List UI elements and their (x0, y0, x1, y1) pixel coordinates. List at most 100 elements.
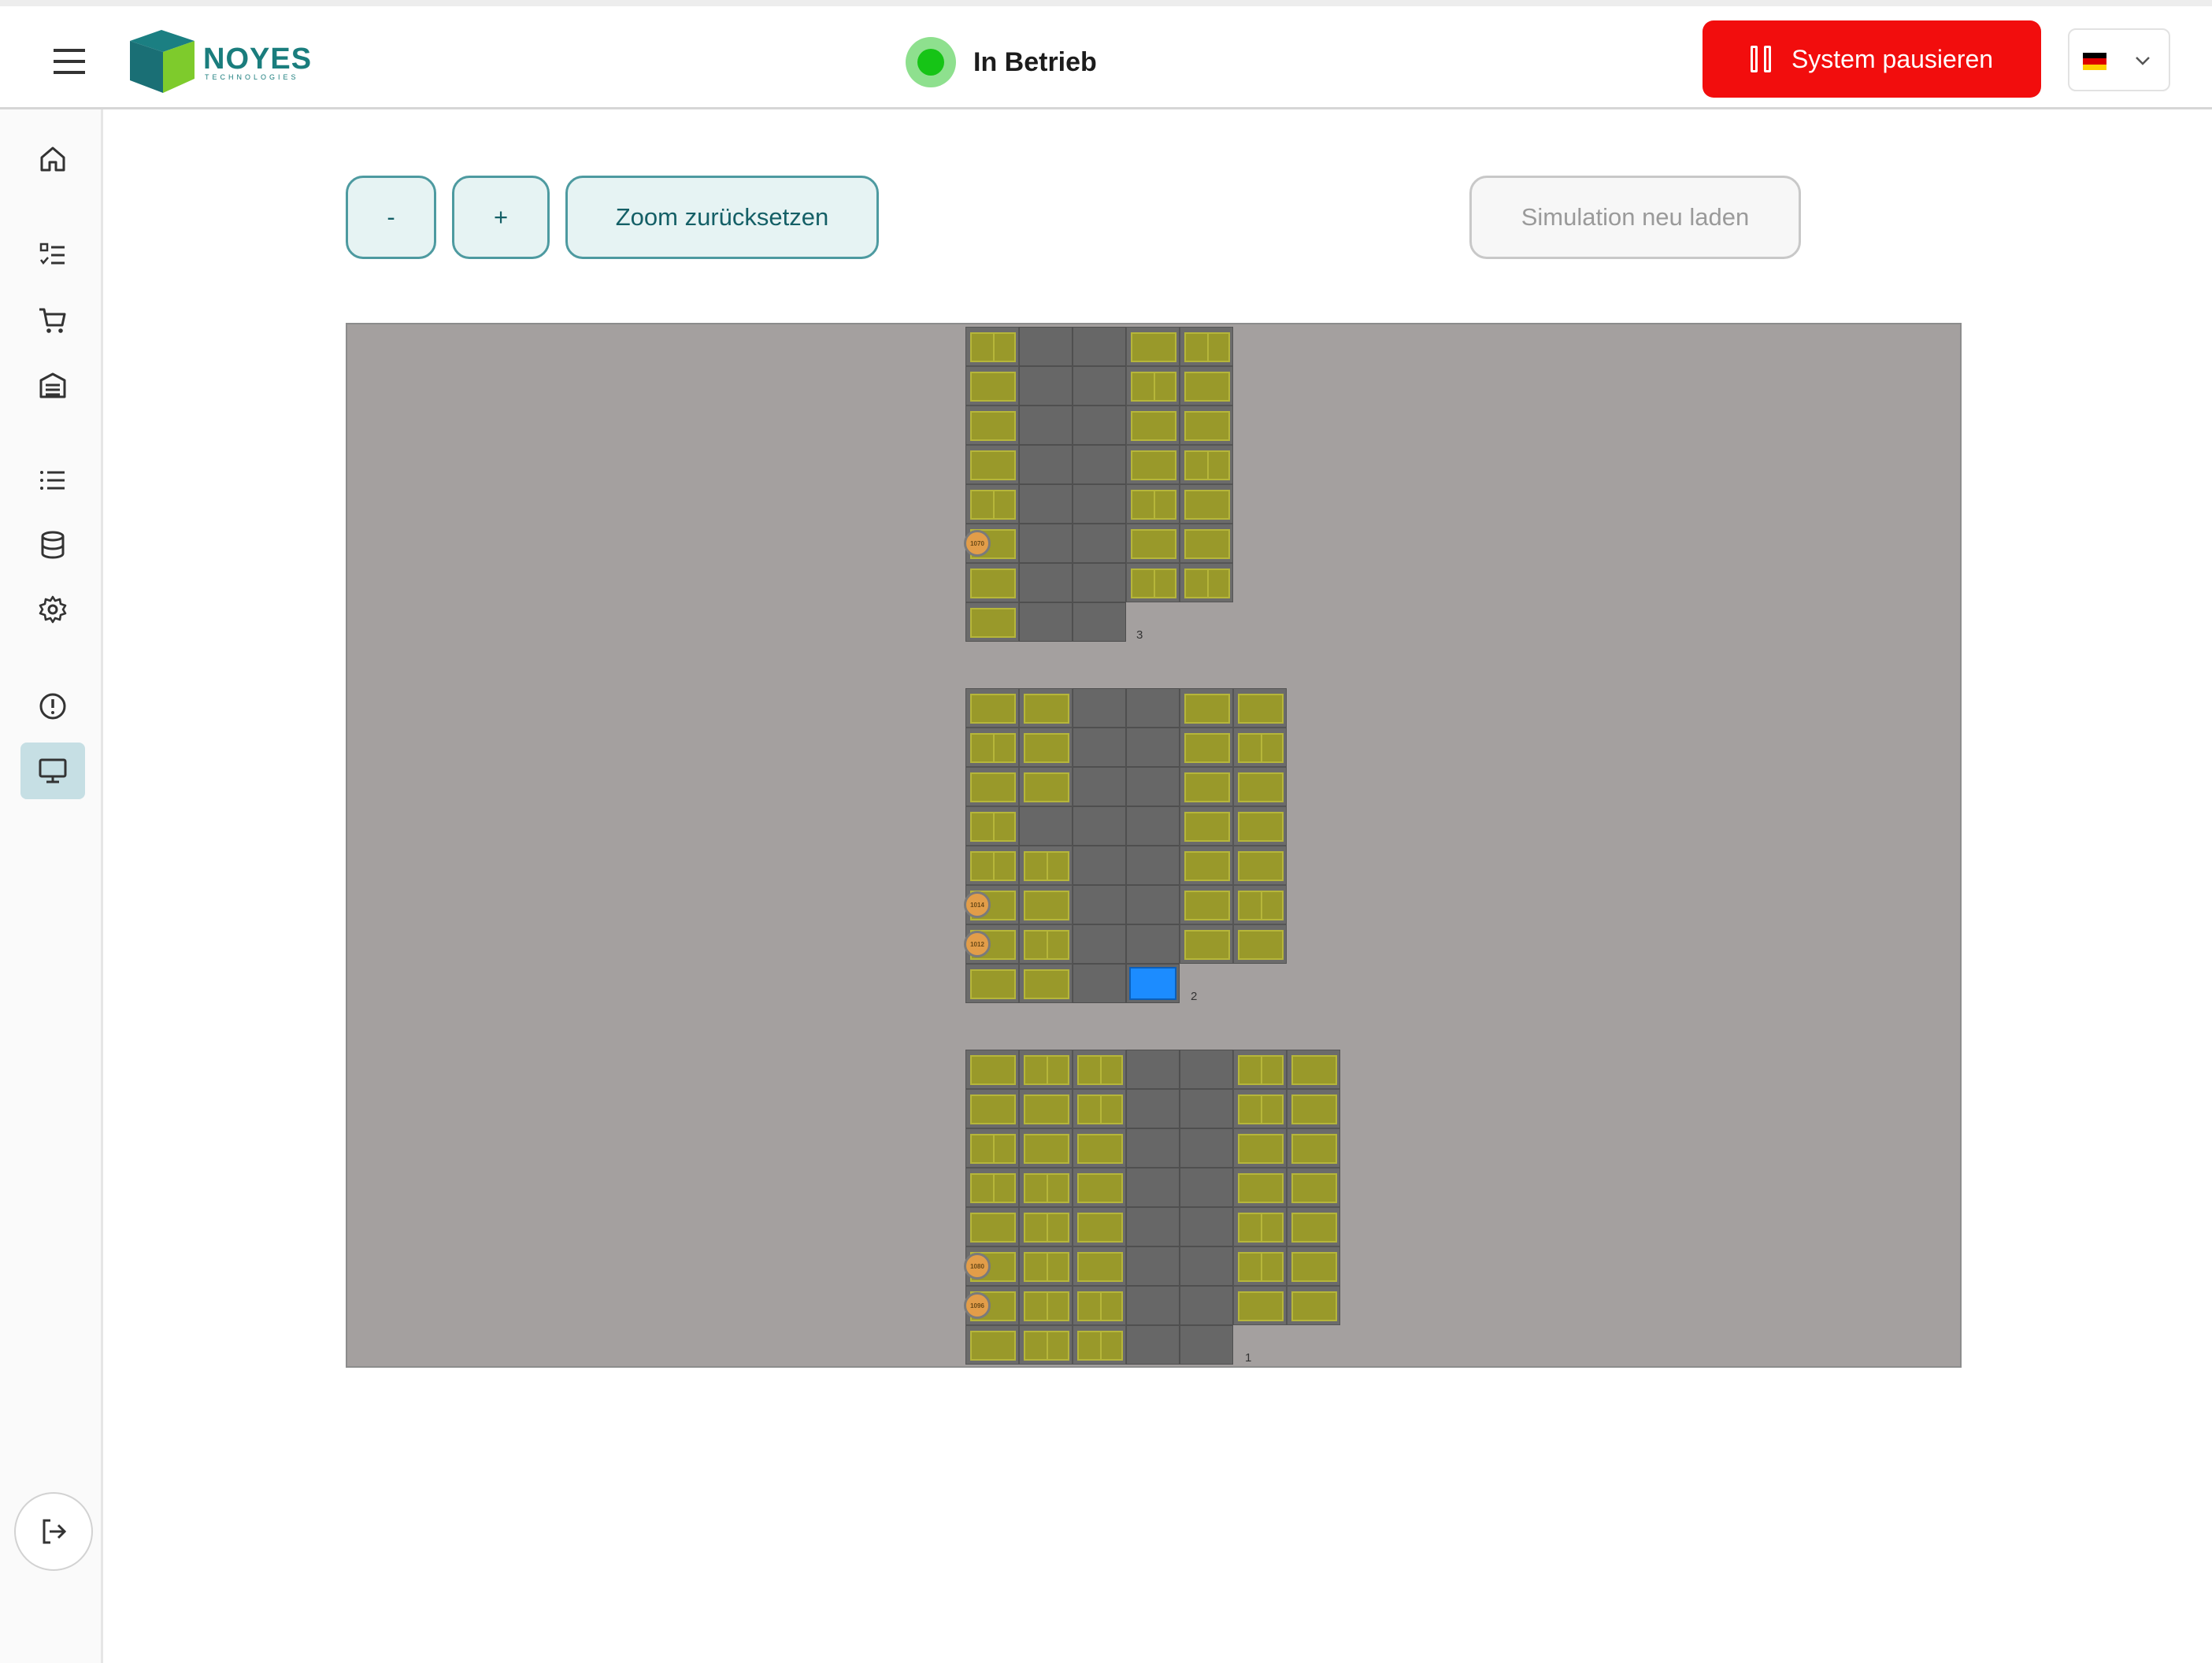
brand-logo[interactable]: NOYES TECHNOLOGIES (122, 24, 311, 94)
storage-slot (965, 1128, 1019, 1168)
sidebar (0, 109, 103, 1663)
cart-icon (39, 308, 66, 333)
sidebar-item-monitor[interactable] (20, 743, 85, 799)
aisle-cell (1180, 1050, 1233, 1089)
sidebar-item-database[interactable] (20, 517, 85, 573)
robot-marker[interactable]: 1070 (964, 530, 991, 557)
aisle-cell (1019, 484, 1073, 524)
brand-subtitle: TECHNOLOGIES (205, 73, 299, 81)
reload-simulation-button[interactable]: Simulation neu laden (1469, 176, 1801, 259)
storage-slot (1180, 327, 1233, 366)
container-bin (1184, 450, 1230, 480)
aisle-cell (1126, 1128, 1180, 1168)
sidebar-item-cart[interactable] (20, 292, 85, 349)
aisle-cell (1073, 846, 1126, 885)
highlighted-slot[interactable] (1129, 967, 1176, 1000)
aisle-cell (1180, 1128, 1233, 1168)
container-bin (970, 450, 1016, 480)
sidebar-item-orders[interactable] (20, 226, 85, 283)
container-bin (1024, 969, 1069, 999)
storage-slot (965, 964, 1019, 1003)
storage-slot (965, 728, 1019, 767)
aisle-cell (1073, 806, 1126, 846)
aisle-cell (1073, 327, 1126, 366)
storage-slot (1019, 1286, 1073, 1325)
container-bin (1184, 891, 1230, 920)
robot-marker[interactable]: 1012 (964, 931, 991, 957)
storage-slot (1180, 366, 1233, 406)
container-bin (1024, 1291, 1069, 1321)
storage-slot (1180, 885, 1233, 924)
simulation-canvas[interactable]: 3 2 1 1070 1014 1012 1080 1096 (346, 323, 1962, 1368)
aisle-cell (1180, 1286, 1233, 1325)
container-bin (1238, 1094, 1284, 1124)
brand-name: NOYES (203, 43, 313, 76)
storage-slot (1073, 1168, 1126, 1207)
language-select[interactable] (2068, 28, 2170, 91)
container-bin (1131, 372, 1176, 402)
rack-label: 1 (1245, 1351, 1252, 1365)
storage-slot (1019, 1207, 1073, 1246)
storage-slot (1019, 767, 1073, 806)
sidebar-item-settings[interactable] (20, 581, 85, 638)
container-bin (1184, 372, 1230, 402)
storage-slot (965, 806, 1019, 846)
sidebar-item-storage[interactable] (20, 357, 85, 413)
logout-button[interactable] (14, 1492, 93, 1571)
container-bin (1184, 772, 1230, 802)
menu-icon[interactable] (47, 46, 91, 77)
container-bin (1184, 851, 1230, 881)
aisle-cell (1019, 445, 1073, 484)
rack-label: 3 (1136, 628, 1143, 642)
robot-marker[interactable]: 1096 (964, 1292, 991, 1319)
sidebar-item-list[interactable] (20, 452, 85, 509)
storage-slot (965, 445, 1019, 484)
container-bin (1024, 1331, 1069, 1361)
app-header: NOYES TECHNOLOGIES In Betrieb System pau… (0, 6, 2212, 109)
german-flag-icon (2083, 53, 2106, 70)
storage-slot (1233, 1128, 1287, 1168)
storage-slot (965, 1325, 1019, 1365)
container-bin (1077, 1331, 1123, 1361)
aisle-cell (1073, 406, 1126, 445)
aisle-cell (1073, 767, 1126, 806)
container-bin (1184, 411, 1230, 441)
zoom-in-button[interactable]: + (452, 176, 550, 259)
container-bin (1291, 1213, 1337, 1243)
sidebar-item-home[interactable] (20, 131, 85, 187)
container-bin (1238, 1291, 1284, 1321)
aisle-cell (1073, 688, 1126, 728)
aisle-cell (1019, 406, 1073, 445)
zoom-out-button[interactable]: - (346, 176, 436, 259)
aisle-cell (1126, 688, 1180, 728)
pause-icon (1750, 46, 1771, 72)
container-bin (1291, 1173, 1337, 1203)
home-icon (40, 146, 65, 172)
pause-system-button[interactable]: System pausieren (1703, 20, 2041, 98)
container-bin (1024, 1055, 1069, 1085)
storage-slot (1073, 1286, 1126, 1325)
container-bin (1184, 733, 1230, 763)
storage-slot (965, 327, 1019, 366)
aisle-cell (1126, 1089, 1180, 1128)
container-bin (1238, 1252, 1284, 1282)
container-bin (1131, 332, 1176, 362)
robot-marker[interactable]: 1080 (964, 1253, 991, 1280)
container-bin (1131, 529, 1176, 559)
container-bin (1024, 1252, 1069, 1282)
container-bin (1238, 812, 1284, 842)
container-bin (970, 569, 1016, 598)
storage-slot (1287, 1128, 1340, 1168)
robot-marker[interactable]: 1014 (964, 891, 991, 918)
container-bin (1291, 1134, 1337, 1164)
storage-slot (1287, 1050, 1340, 1089)
sidebar-item-alerts[interactable] (20, 678, 85, 735)
aisle-cell (1073, 563, 1126, 602)
container-bin (1024, 1134, 1069, 1164)
container-bin (1291, 1055, 1337, 1085)
container-bin (970, 490, 1016, 520)
container-bin (1238, 694, 1284, 724)
storage-slot (1180, 728, 1233, 767)
zoom-reset-button[interactable]: Zoom zurücksetzen (565, 176, 879, 259)
container-bin (1238, 1055, 1284, 1085)
